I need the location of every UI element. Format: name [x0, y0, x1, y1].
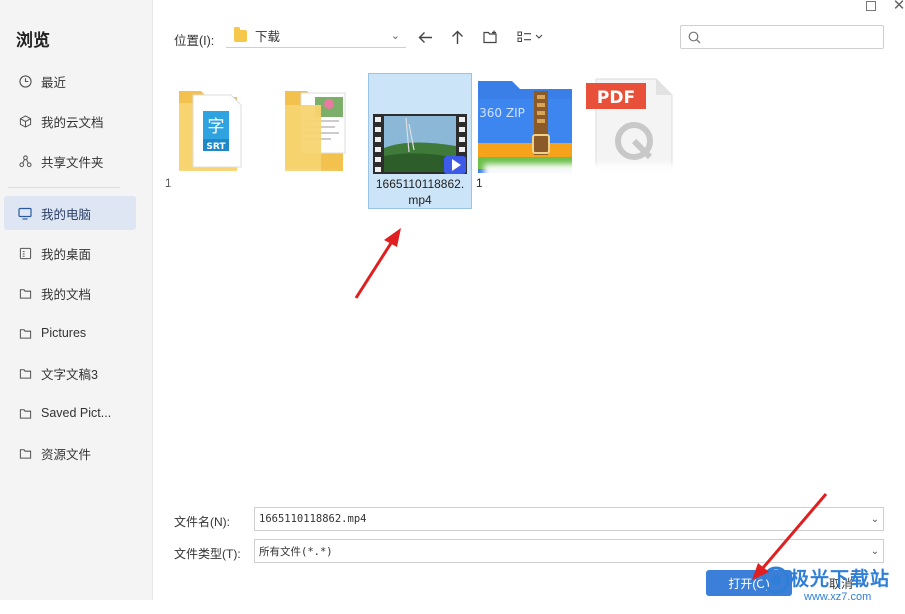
- maximize-button[interactable]: [859, 0, 883, 14]
- filename-label: 文件名(N):: [174, 515, 230, 529]
- maximize-icon: [866, 1, 876, 11]
- watermark-text: 极光下载站: [790, 569, 891, 590]
- close-icon: ✕: [892, 0, 905, 14]
- sidebar-item-label: 资源文件: [41, 447, 92, 462]
- sidebar-item-label: 共享文件夹: [41, 155, 104, 170]
- sidebar-item-label: 我的桌面: [41, 247, 92, 262]
- chevron-down-icon[interactable]: ⌄: [867, 546, 883, 557]
- view-mode-icon: [517, 31, 543, 42]
- sidebar-item-label: 我的电脑: [41, 207, 92, 222]
- watermark-url: www.xz7.com: [804, 591, 872, 603]
- filetype-label: 文件类型(T):: [174, 547, 241, 561]
- folder-icon: [18, 286, 32, 300]
- sidebar-item-recent[interactable]: 最近: [4, 64, 136, 98]
- filename-value: 1665110118862.mp4: [259, 513, 367, 525]
- sidebar-item-text-doc3[interactable]: 文字文稿3: [4, 356, 136, 390]
- location-value: 下载: [255, 30, 281, 44]
- chevron-down-icon[interactable]: ⌄: [867, 514, 883, 525]
- sidebar-divider: [8, 187, 120, 188]
- zip-badge: 360 ZIP: [479, 106, 525, 120]
- image-folder-icon: [265, 77, 367, 173]
- search-input[interactable]: [680, 25, 884, 49]
- arrow-up-icon: [451, 30, 463, 44]
- watermark: 极光下载站 www.xz7.com: [760, 562, 905, 614]
- video-file-icon: [369, 78, 471, 174]
- filetype-combobox[interactable]: 所有文件(*.*) ⌄: [254, 539, 884, 563]
- back-button[interactable]: [414, 26, 436, 48]
- pdf-file-icon: PDF: [584, 77, 686, 174]
- watermark-logo-icon: [762, 566, 790, 594]
- sidebar-item-my-desktop[interactable]: 我的桌面: [4, 236, 136, 270]
- folder-icon: [234, 26, 247, 42]
- sidebar-item-label: Saved Pict...: [41, 406, 112, 420]
- sidebar-item-saved-pictures[interactable]: Saved Pict...: [4, 396, 136, 430]
- srt-glyph: 字: [208, 117, 225, 137]
- sidebar: 浏览 最近 我的云文档 共享文件夹 我的电脑 我的桌面 我的文档 Picture…: [0, 0, 153, 600]
- sidebar-item-label: 最近: [41, 75, 67, 90]
- search-icon: [688, 31, 701, 43]
- annotation-arrow-video: [354, 228, 401, 299]
- sidebar-item-my-documents[interactable]: 我的文档: [4, 276, 136, 310]
- clock-icon: [18, 74, 32, 88]
- folder-icon: [18, 366, 32, 380]
- folder-icon: [18, 326, 32, 340]
- new-folder-button[interactable]: [479, 26, 501, 48]
- filetype-value: 所有文件(*.*): [259, 545, 333, 558]
- srt-badge: SRT: [206, 142, 226, 152]
- redaction-blur: [484, 164, 690, 212]
- zip-file-icon: 360 ZIP: [474, 77, 576, 173]
- close-button[interactable]: ✕: [887, 0, 905, 14]
- sidebar-item-resources[interactable]: 资源文件: [4, 436, 136, 470]
- redaction-blur: [170, 174, 338, 204]
- file-name: 1665110118862.mp4: [375, 177, 465, 207]
- sidebar-item-pictures[interactable]: Pictures: [4, 316, 136, 350]
- sidebar-item-label: 文字文稿3: [41, 367, 98, 382]
- filename-combobox[interactable]: 1665110118862.mp4 ⌄: [254, 507, 884, 531]
- sidebar-item-shared-folder[interactable]: 共享文件夹: [4, 144, 136, 178]
- folder-icon: [18, 406, 32, 420]
- folder-icon: [18, 446, 32, 460]
- arrow-left-icon: [418, 31, 432, 43]
- up-button[interactable]: [446, 26, 468, 48]
- sidebar-title: 浏览: [16, 31, 50, 50]
- sidebar-item-label: Pictures: [41, 326, 87, 340]
- new-folder-icon: [482, 30, 497, 44]
- file-item-selected[interactable]: 1665110118862.mp4: [368, 73, 472, 209]
- location-dropdown[interactable]: 下载 ⌄: [226, 24, 406, 48]
- sidebar-item-cloud-docs[interactable]: 我的云文档: [4, 104, 136, 138]
- sidebar-item-label: 我的云文档: [41, 115, 104, 130]
- desktop-icon: [18, 246, 32, 260]
- cube-icon: [18, 114, 32, 128]
- srt-file-icon: 字 SRT: [163, 77, 265, 173]
- view-mode-button[interactable]: [514, 26, 548, 48]
- location-label: 位置(I):: [174, 34, 215, 48]
- sidebar-item-my-computer[interactable]: 我的电脑: [4, 196, 136, 230]
- sidebar-item-label: 我的文档: [41, 287, 92, 302]
- monitor-icon: [18, 206, 32, 220]
- share-icon: [18, 154, 32, 168]
- chevron-down-icon: ⌄: [390, 30, 400, 42]
- pdf-badge: PDF: [597, 88, 635, 108]
